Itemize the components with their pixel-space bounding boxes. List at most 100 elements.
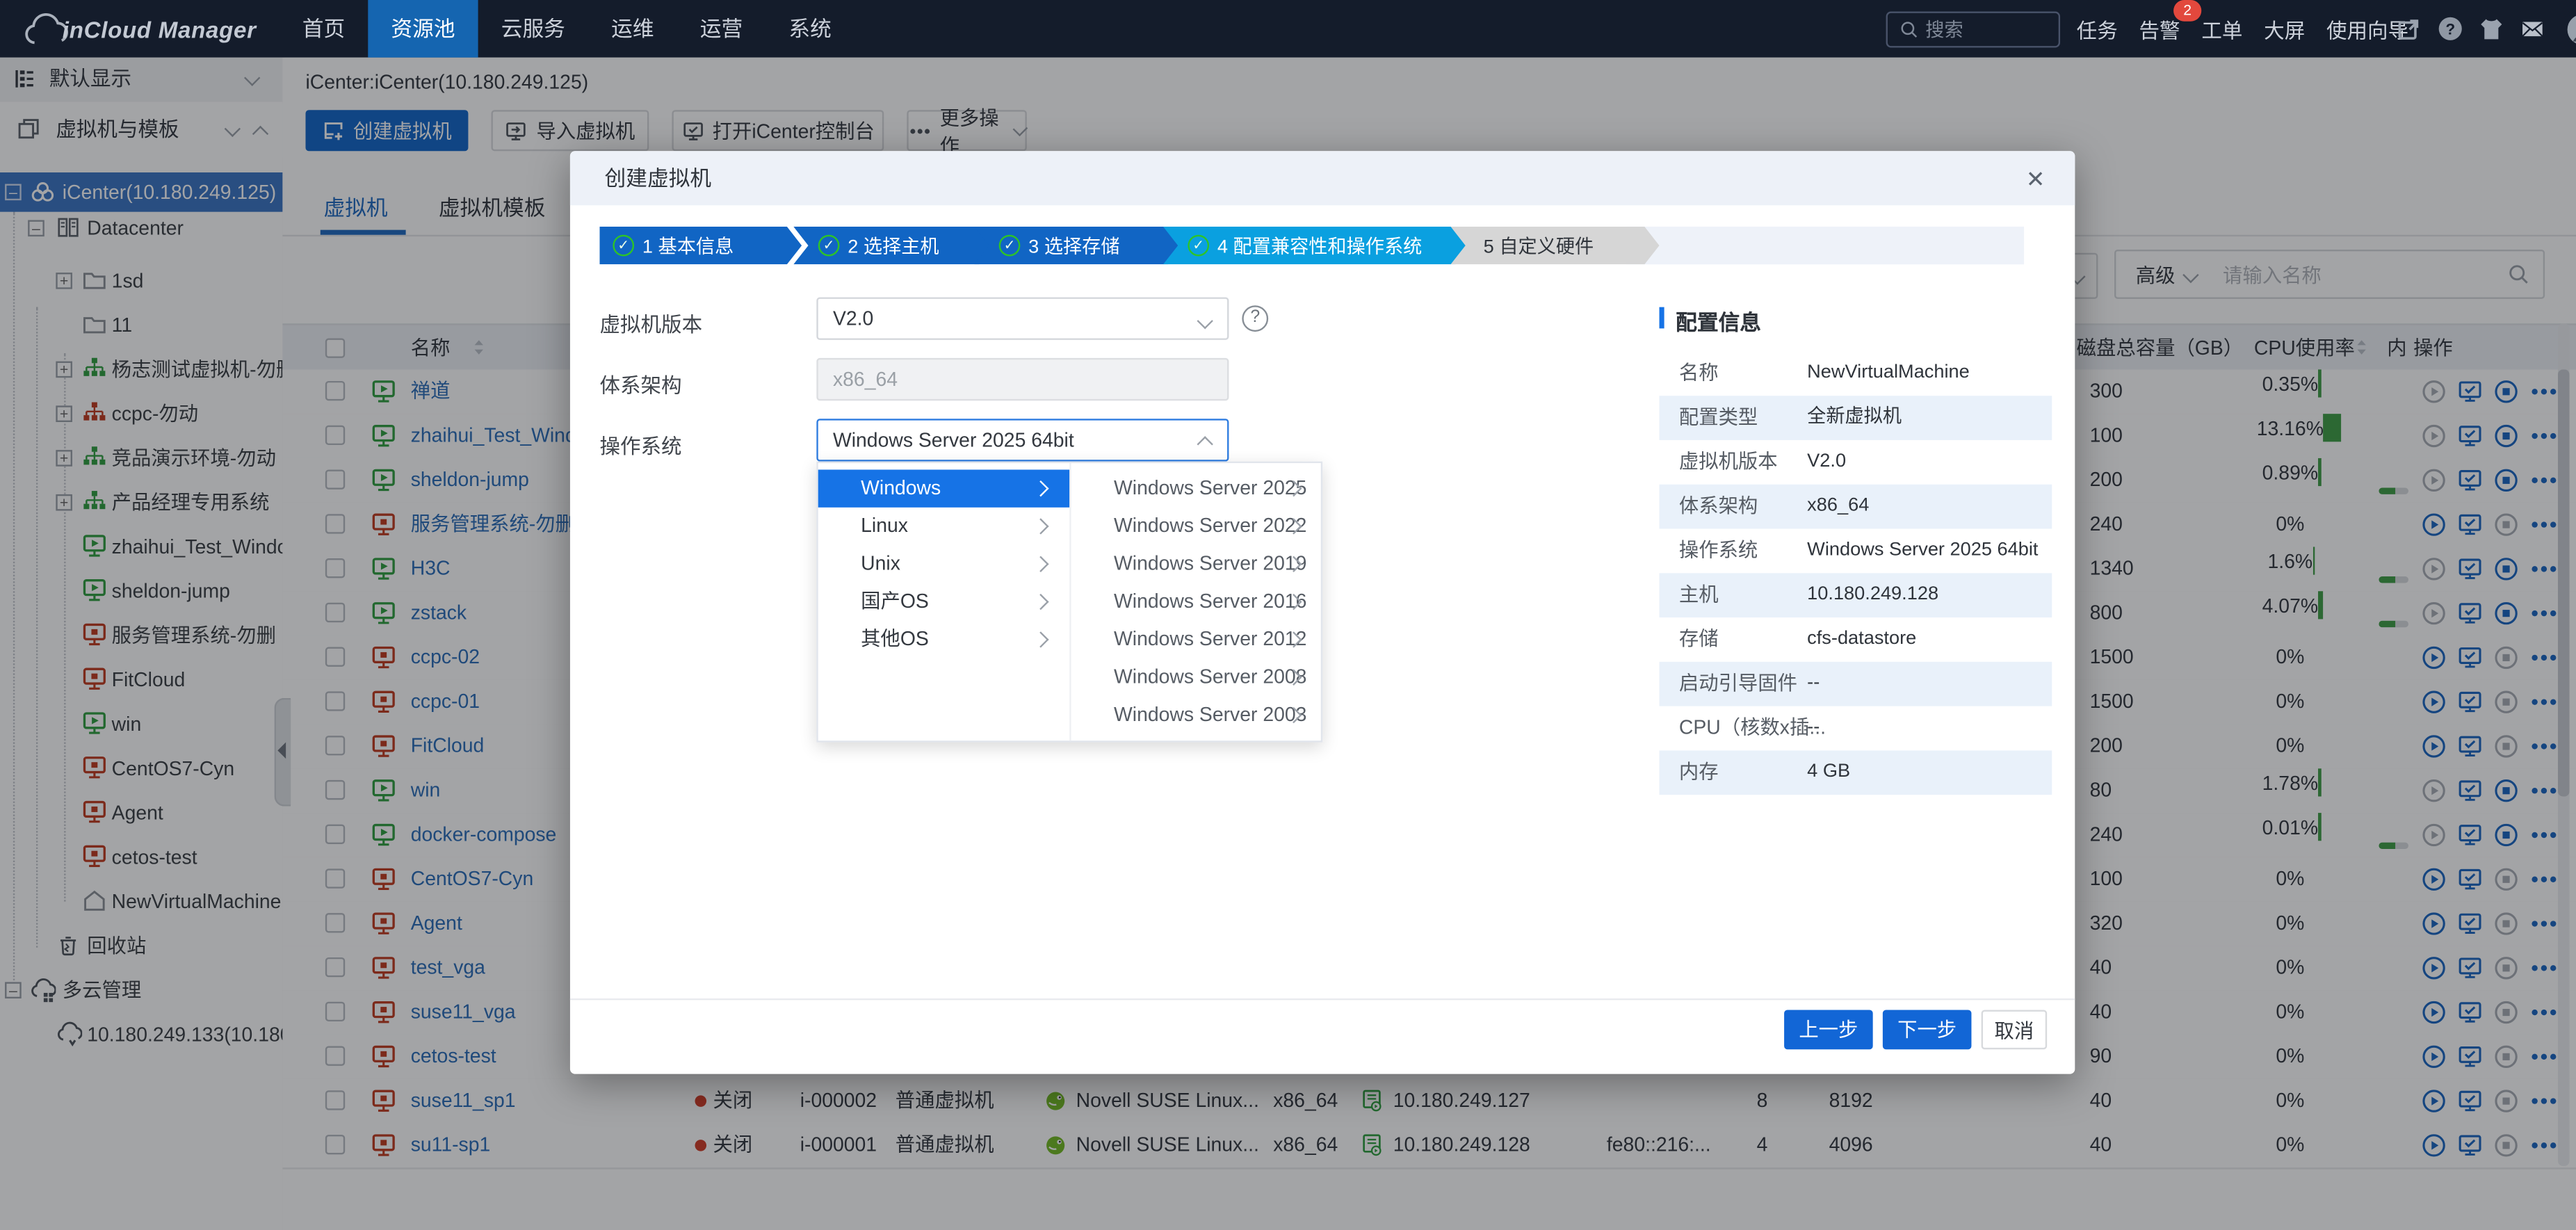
svg-text:?: ? [2445,20,2455,38]
nav-item[interactable]: 云服务 [478,0,588,58]
os-group-item[interactable]: Windows [818,469,1070,507]
step-label: 3 选择存储 [1028,232,1119,259]
search-icon [1899,19,1918,39]
config-value: 4 GB [1807,750,1850,795]
chevron-right-icon [1032,631,1048,647]
config-row: 存储 cfs-datastore [1660,617,2052,662]
config-value: -- [1807,662,1820,706]
config-info-panel: 配置信息 名称 NewVirtualMachine配置类型全新虚拟机虚拟机版本V2… [1660,305,2052,795]
os-version-item[interactable]: Windows Server 2012 [1071,621,1323,658]
os-group-item[interactable]: 其他OS [818,621,1070,658]
os-select[interactable]: Windows Server 2025 64bit [816,419,1229,461]
config-row: 体系架构 x86_64 [1660,485,2052,529]
os-version-item[interactable]: Windows Server 2025 [1071,469,1323,507]
wizard-step-1[interactable]: ✓1 基本信息 [599,227,802,264]
nav-item[interactable]: 资源池 [368,0,478,58]
step-check-icon: ✓ [999,235,1021,257]
external-link-icon[interactable] [2395,15,2423,42]
os-version-item[interactable]: Windows Server 2019 [1071,545,1323,583]
chevron-right-icon [1032,480,1048,496]
help-icon[interactable]: ? [2436,15,2464,42]
config-label: 配置类型 [1679,396,1758,440]
nav-quick-links: 任务告警2工单大屏使用向导 [2077,0,2408,58]
nav-item[interactable]: 首页 [280,0,368,58]
config-row: 虚拟机版本V2.0 [1660,440,2052,485]
config-label: 内存 [1679,750,1719,795]
config-row: 启动引导固件-- [1660,662,2052,706]
nav-icons: ? [2395,0,2576,58]
config-value: x86_64 [1807,485,1869,529]
nav-search-input[interactable]: 搜索 [1886,12,2060,48]
config-panel-title: 配置信息 [1676,305,1761,337]
theme-icon[interactable] [2477,15,2505,42]
step-label: 5 自定义硬件 [1484,232,1594,259]
nav-link[interactable]: 告警2 [2139,13,2180,44]
os-dropdown-menu: WindowsLinuxUnix国产OS其他OS Windows Server … [816,462,1322,743]
vm-version-select[interactable]: V2.0 [816,297,1229,339]
nav-link[interactable]: 大屏 [2264,13,2305,44]
arch-field: x86_64 [816,358,1229,400]
help-icon[interactable]: ? [1242,305,1268,332]
nav-item[interactable]: 运维 [588,0,677,58]
close-icon[interactable]: ✕ [2023,166,2049,193]
panel-accent-bar [1660,307,1664,329]
modal-title: 创建虚拟机 [605,151,712,205]
modal-footer-divider [570,998,2075,1000]
step-check-icon: ✓ [818,235,840,257]
config-value: -- [1807,706,1820,751]
os-version-item[interactable]: Windows Server 2016 [1071,583,1323,620]
chevron-down-icon [1197,313,1213,329]
nav-item[interactable]: 系统 [765,0,854,58]
config-value: NewVirtualMachine [1807,351,1970,396]
chevron-right-icon [1032,518,1048,534]
next-step-button[interactable]: 下一步 [1883,1010,1972,1050]
step-label: 1 基本信息 [642,232,734,259]
arch-label: 体系架构 [599,368,681,399]
os-group-item[interactable]: Linux [818,508,1070,545]
mail-icon[interactable] [2518,15,2546,42]
config-row: 操作系统 Windows Server 2025 64bit [1660,529,2052,574]
config-value: cfs-datastore [1807,617,1916,662]
app-logo: inCloud Manager [19,3,256,54]
nav-menu: 首页资源池云服务运维运营系统 [280,0,854,58]
config-value: V2.0 [1807,440,1846,485]
step-check-icon: ✓ [1188,235,1209,257]
nav-item[interactable]: 运营 [677,0,766,58]
config-label: 操作系统 [1679,529,1758,574]
wizard-step-5[interactable]: 5 自定义硬件 [1450,227,1659,264]
chevron-up-icon [1197,436,1213,452]
chevron-right-icon [1032,556,1048,572]
step-label: 2 选择主机 [848,232,939,259]
nav-link[interactable]: 工单 [2201,13,2242,44]
wizard-step-4[interactable]: ✓4 配置兼容性和操作系统 [1163,227,1471,264]
wizard-step-2[interactable]: ✓ 2 选择主机 [793,227,994,264]
config-label: 名称 [1679,351,1719,396]
avatar-icon[interactable] [2566,13,2576,45]
top-nav: inCloud Manager 首页资源池云服务运维运营系统 搜索 任务告警2 工… [0,0,2576,58]
modal-header: 创建虚拟机 ✕ [570,151,2075,205]
create-vm-modal: 创建虚拟机 ✕ ✓1 基本信息✓2 选择主机✓3 选择存储✓4 配置兼容性和操作… [570,151,2075,1074]
cancel-button[interactable]: 取消 [1982,1010,2048,1050]
config-label: 体系架构 [1679,485,1758,529]
config-value: Windows Server 2025 64bit [1807,529,2038,574]
config-row: 配置类型全新虚拟机 [1660,396,2052,440]
os-version-item[interactable]: Windows Server 2008 [1071,658,1323,696]
logo-text: inCloud Manager [63,15,257,42]
wizard-steps: ✓1 基本信息✓2 选择主机✓3 选择存储✓4 配置兼容性和操作系统5 自定义硬… [599,227,2024,264]
config-value: 10.180.249.128 [1807,573,1938,617]
config-row: 内存 4 GB [1660,750,2052,795]
os-version-item[interactable]: Windows Server 2003 [1071,696,1323,734]
search-placeholder: 搜索 [1925,17,1963,43]
config-label: CPU（核数x插... [1679,706,1826,751]
wizard-step-3[interactable]: ✓ 3 选择存储 [974,227,1183,264]
os-group-item[interactable]: Unix [818,545,1070,583]
nav-link[interactable]: 任务 [2077,13,2118,44]
prev-step-button[interactable]: 上一步 [1784,1010,1873,1050]
os-group-item[interactable]: 国产OS [818,583,1070,620]
app-root: inCloud Manager 首页资源池云服务运维运营系统 搜索 任务告警2 工… [0,0,2576,1230]
chevron-right-icon [1032,594,1048,610]
os-version-item[interactable]: Windows Server 2022 [1071,508,1323,545]
config-label: 存储 [1679,617,1719,662]
os-label: 操作系统 [599,428,681,460]
page: 默认显示 虚拟机与模板 –iCenter(10.180.249.125)–Dat… [0,58,2576,1230]
